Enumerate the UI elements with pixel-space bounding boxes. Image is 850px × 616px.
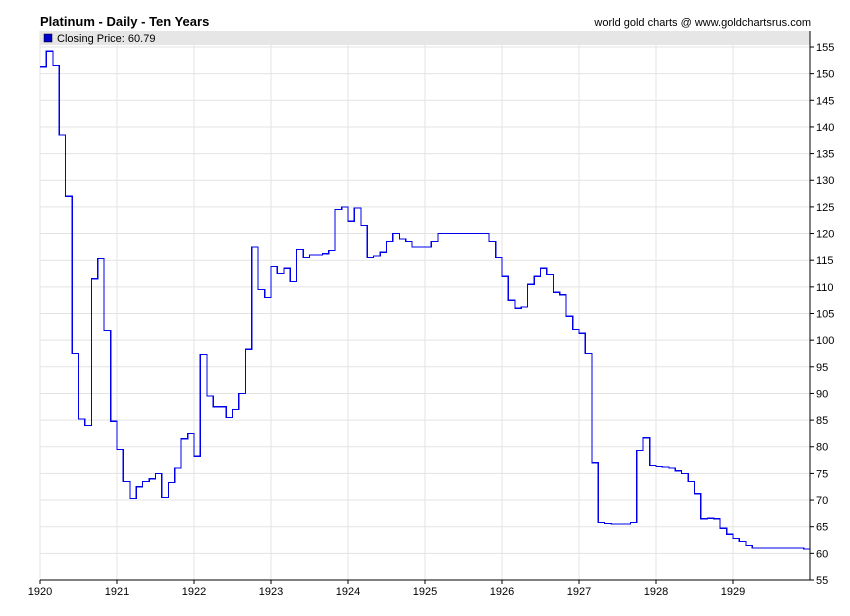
- legend-label: Closing Price: 60.79: [57, 33, 155, 45]
- y-tick-label: 85: [816, 415, 828, 427]
- y-tick-label: 140: [816, 122, 834, 134]
- y-tick-label: 90: [816, 388, 828, 400]
- y-ticks: 55 60 65 70 75 80 85 90 95 100 105 110 115 120 125 130 1…: [810, 42, 834, 587]
- y-tick-label: 130: [816, 175, 834, 187]
- grid: [39, 31, 810, 580]
- y-tick-label: 60: [816, 548, 828, 560]
- y-tick-label: 105: [816, 308, 834, 320]
- legend-bar: [40, 31, 810, 45]
- y-tick-label: 80: [816, 442, 828, 454]
- y-tick-label: 120: [816, 229, 834, 241]
- y-tick-label: 100: [816, 335, 834, 347]
- chart-credit: world gold charts @ www.goldchartsrus.co…: [593, 17, 811, 29]
- y-tick-label: 55: [816, 575, 828, 587]
- y-tick-label: 65: [816, 522, 828, 534]
- y-tick-label: 125: [816, 202, 834, 214]
- y-tick-label: 115: [816, 255, 834, 267]
- y-tick-label: 95: [816, 362, 828, 374]
- x-tick-label: 1929: [721, 586, 745, 598]
- y-tick-label: 135: [816, 149, 834, 161]
- x-tick-label: 1926: [490, 586, 514, 598]
- y-tick-label: 145: [816, 95, 834, 107]
- y-tick-label: 70: [816, 495, 828, 507]
- x-tick-label: 1925: [413, 586, 437, 598]
- x-tick-label: 1921: [105, 586, 129, 598]
- y-tick-label: 110: [816, 282, 834, 294]
- x-tick-label: 1924: [336, 586, 360, 598]
- legend-swatch: [43, 33, 53, 43]
- y-tick-label: 75: [816, 468, 828, 480]
- x-ticks: 1920 1921 1922 1923 1924 1925 1926 1927 1928 1929: [28, 580, 745, 598]
- chart-title: Platinum - Daily - Ten Years: [40, 14, 209, 29]
- chart: Platinum - Daily - Ten Years world gold …: [28, 14, 835, 598]
- x-tick-label: 1928: [644, 586, 668, 598]
- y-tick-label: 155: [816, 42, 834, 54]
- x-tick-label: 1923: [259, 586, 283, 598]
- y-tick-label: 150: [816, 69, 834, 81]
- x-tick-label: 1927: [567, 586, 591, 598]
- x-tick-label: 1920: [28, 586, 52, 598]
- x-tick-label: 1922: [182, 586, 206, 598]
